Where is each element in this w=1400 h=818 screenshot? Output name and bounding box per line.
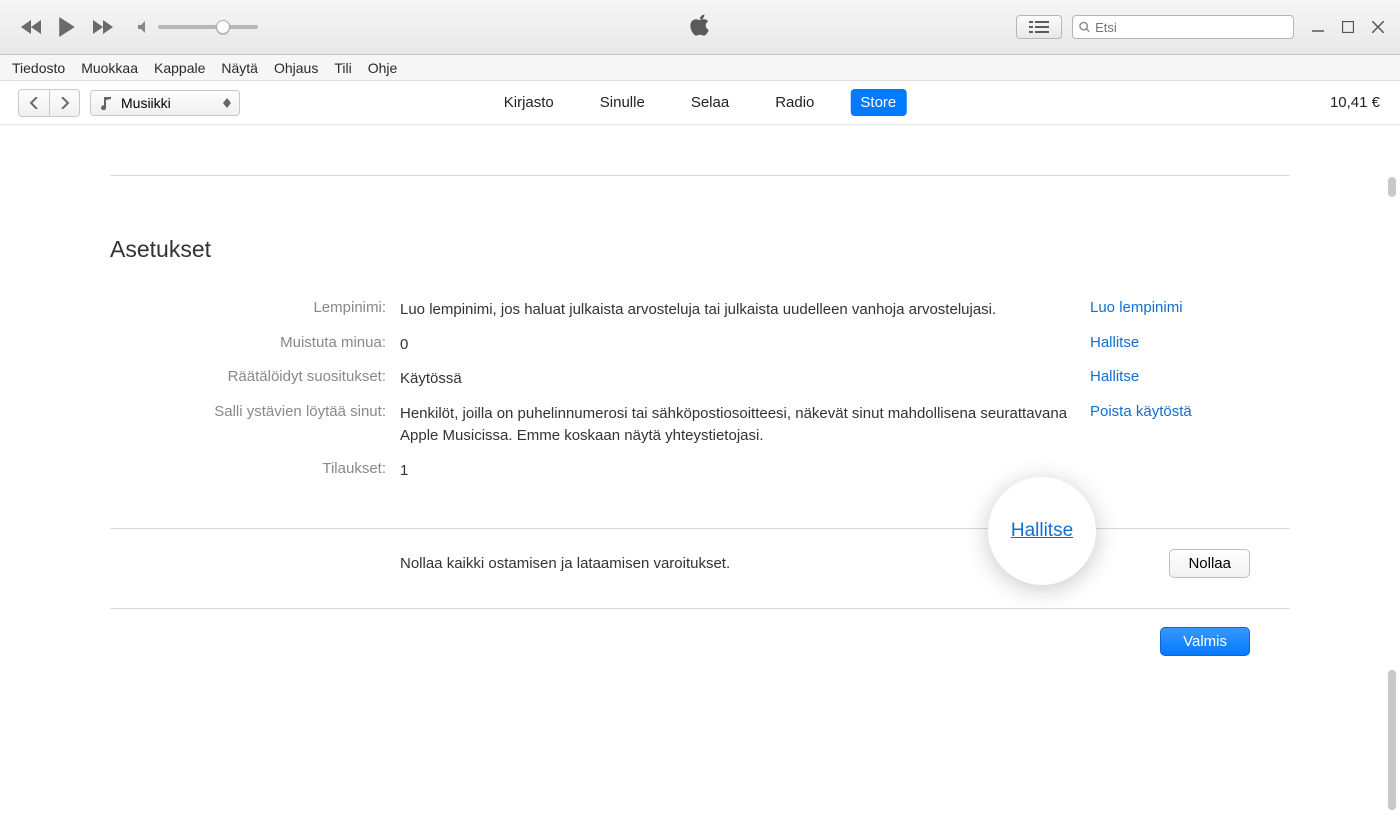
scrollbar[interactable] [1388, 670, 1396, 810]
previous-button[interactable] [14, 13, 48, 41]
reset-button[interactable]: Nollaa [1169, 549, 1250, 578]
label-allow-friends: Salli ystävien löytää sinut: [150, 403, 400, 420]
menu-account[interactable]: Tili [334, 60, 351, 76]
action-personalized[interactable]: Hallitse [1090, 368, 1250, 385]
minimize-button[interactable] [1310, 19, 1326, 35]
reset-text: Nollaa kaikki ostamisen ja lataamisen va… [400, 555, 730, 572]
row-personalized: Räätälöidyt suositukset: Käytössä Hallit… [150, 362, 1250, 397]
value-subscriptions: 1 [400, 460, 1090, 483]
label-nickname: Lempinimi: [150, 299, 400, 316]
value-personalized: Käytössä [400, 368, 1090, 391]
done-button[interactable]: Valmis [1160, 627, 1250, 656]
row-remind: Muistuta minua: 0 Hallitse [150, 328, 1250, 363]
play-button[interactable] [50, 13, 84, 41]
list-view-button[interactable] [1016, 15, 1062, 39]
titlebar [0, 0, 1400, 55]
row-allow-friends: Salli ystävien löytää sinut: Henkilöt, j… [150, 397, 1250, 454]
action-nickname[interactable]: Luo lempinimi [1090, 299, 1250, 316]
action-subscriptions-manage[interactable]: Hallitse [1011, 520, 1073, 542]
section-title-settings: Asetukset [110, 236, 1360, 263]
back-button[interactable] [19, 90, 49, 116]
value-nickname: Luo lempinimi, jos haluat julkaista arvo… [400, 299, 1090, 322]
tab-library[interactable]: Kirjasto [494, 89, 564, 116]
titlebar-right-cluster [1016, 15, 1386, 39]
tab-store[interactable]: Store [850, 89, 906, 116]
search-icon [1079, 21, 1090, 33]
row-subscriptions: Tilaukset: 1 x [150, 454, 1250, 489]
forward-button[interactable] [49, 90, 79, 116]
action-remind[interactable]: Hallitse [1090, 334, 1250, 351]
content: Asetukset Lempinimi: Luo lempinimi, jos … [0, 175, 1400, 818]
playback-controls [14, 13, 120, 41]
volume-slider[interactable] [138, 21, 258, 33]
tab-foryou[interactable]: Sinulle [590, 89, 655, 116]
highlight-subscriptions-manage: Hallitse [988, 477, 1096, 585]
maximize-button[interactable] [1340, 19, 1356, 35]
chevron-updown-icon [223, 98, 231, 108]
menu-view[interactable]: Näytä [221, 60, 258, 76]
label-subscriptions: Tilaukset: [150, 460, 400, 477]
category-label: Musiikki [121, 95, 171, 111]
value-remind: 0 [400, 334, 1090, 357]
music-note-icon [99, 96, 113, 110]
close-button[interactable] [1370, 19, 1386, 35]
apple-logo-icon [689, 12, 711, 43]
account-balance[interactable]: 10,41 € [1330, 94, 1380, 111]
menu-help[interactable]: Ohje [368, 60, 398, 76]
menu-controls[interactable]: Ohjaus [274, 60, 318, 76]
menu-song[interactable]: Kappale [154, 60, 205, 76]
settings-table: Lempinimi: Luo lempinimi, jos haluat jul… [150, 293, 1250, 488]
done-row: Valmis [40, 627, 1250, 656]
row-nickname: Lempinimi: Luo lempinimi, jos haluat jul… [150, 293, 1250, 328]
scrollbar-top[interactable] [1388, 177, 1396, 197]
tabs: Kirjasto Sinulle Selaa Radio Store [494, 89, 907, 116]
tab-radio[interactable]: Radio [765, 89, 824, 116]
label-personalized: Räätälöidyt suositukset: [150, 368, 400, 385]
category-select[interactable]: Musiikki [90, 90, 240, 116]
value-allow-friends: Henkilöt, joilla on puhelinnumerosi tai … [400, 403, 1090, 448]
speaker-icon [138, 21, 152, 33]
window-controls [1310, 19, 1386, 35]
reset-row: Nollaa kaikki ostamisen ja lataamisen va… [400, 549, 1250, 578]
next-button[interactable] [86, 13, 120, 41]
action-allow-friends[interactable]: Poista käytöstä [1090, 403, 1250, 420]
nav-history [18, 89, 80, 117]
menu-edit[interactable]: Muokkaa [81, 60, 138, 76]
label-remind: Muistuta minua: [150, 334, 400, 351]
menubar: Tiedosto Muokkaa Kappale Näytä Ohjaus Ti… [0, 55, 1400, 81]
tab-browse[interactable]: Selaa [681, 89, 739, 116]
search-input[interactable] [1072, 15, 1294, 39]
navbar: Musiikki Kirjasto Sinulle Selaa Radio St… [0, 81, 1400, 125]
menu-file[interactable]: Tiedosto [12, 60, 65, 76]
